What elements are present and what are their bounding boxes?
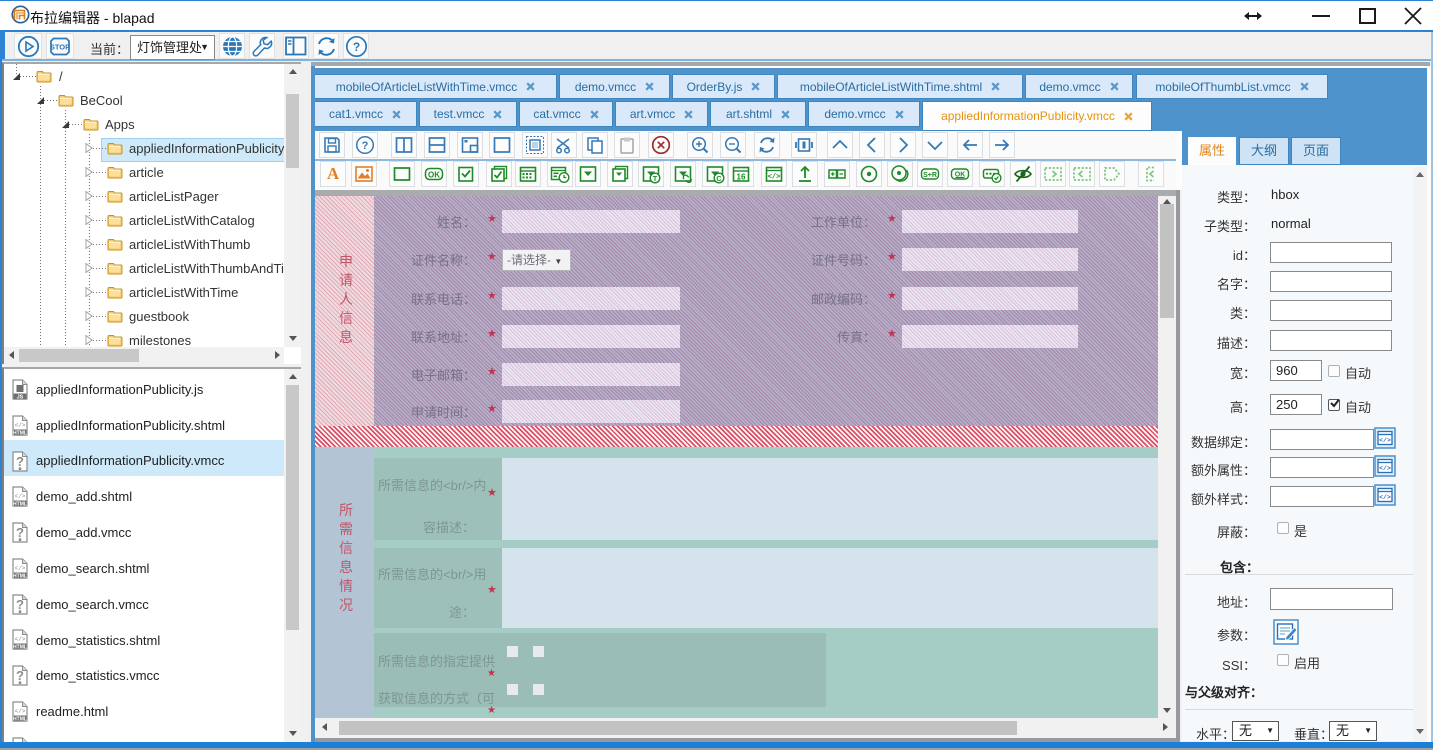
svg-text:HTML: HTML — [13, 431, 27, 437]
svg-text:?: ? — [16, 597, 24, 612]
svg-text:OK: OK — [428, 171, 440, 180]
svg-text:</>: </> — [15, 565, 26, 572]
svg-text:?: ? — [362, 140, 369, 152]
svg-text:T: T — [653, 174, 658, 183]
svg-text:?: ? — [16, 454, 24, 469]
svg-text:JS: JS — [17, 395, 24, 401]
svg-text:S+R: S+R — [923, 172, 937, 179]
svg-text:</>: </> — [1379, 437, 1391, 444]
svg-text:16: 16 — [737, 173, 746, 182]
svg-text:</>: </> — [15, 493, 26, 500]
svg-text:</>: </> — [15, 636, 26, 643]
svg-text:?: ? — [16, 668, 24, 683]
svg-text:HTML: HTML — [13, 645, 27, 651]
svg-text:</>: </> — [1379, 465, 1391, 472]
svg-text:C: C — [716, 174, 722, 183]
svg-text:HTML: HTML — [13, 717, 27, 723]
svg-text:</>: </> — [1379, 494, 1391, 501]
svg-text:</>: </> — [15, 422, 26, 429]
svg-text:HTML: HTML — [13, 502, 27, 508]
svg-text:HTML: HTML — [13, 574, 27, 580]
svg-text:STOP: STOP — [50, 42, 70, 51]
svg-text:?: ? — [352, 40, 359, 54]
svg-text:</>: </> — [768, 174, 781, 182]
svg-text:?: ? — [16, 525, 24, 540]
svg-text:</>: </> — [15, 708, 26, 715]
